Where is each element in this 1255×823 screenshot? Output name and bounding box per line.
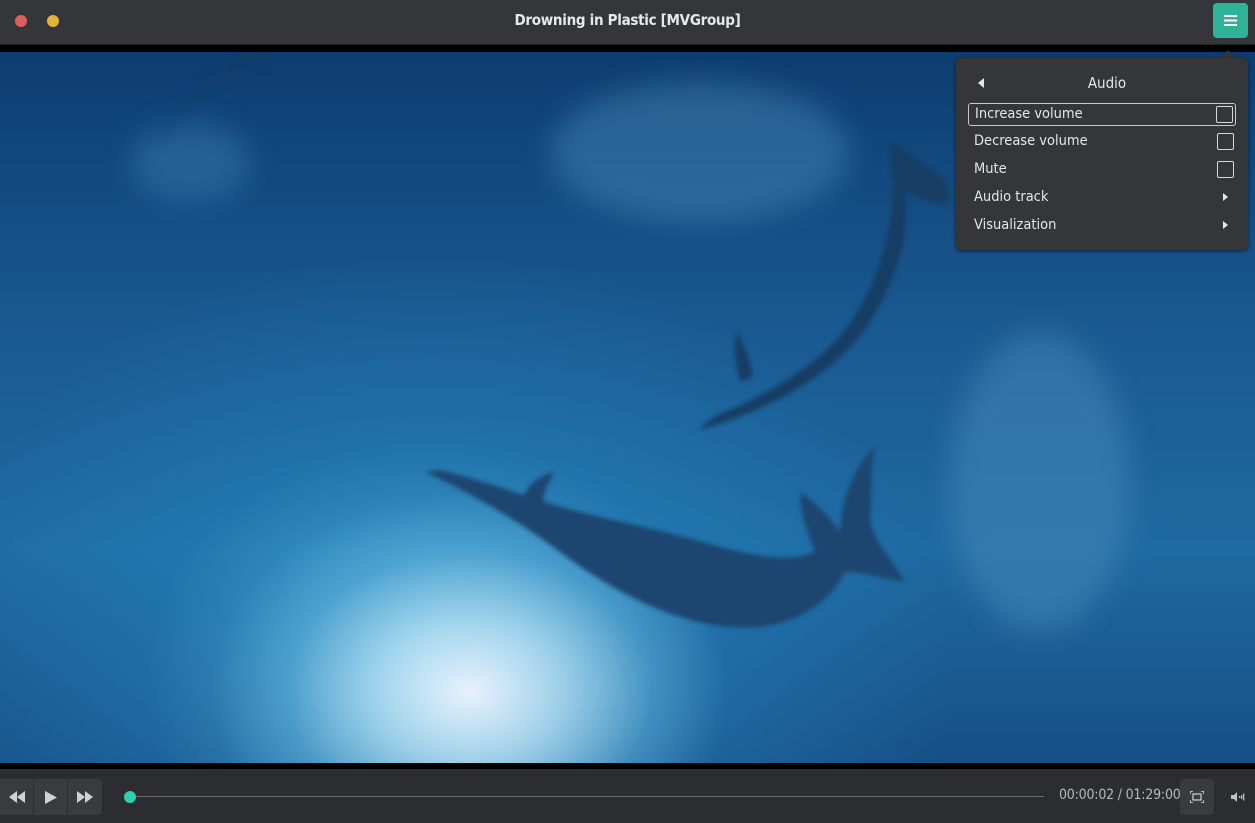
playback-controls-bar: 00:00:02 / 01:29:00	[0, 769, 1255, 823]
rewind-icon	[8, 791, 25, 803]
fast-forward-icon	[77, 791, 93, 803]
menu-item-audio-track[interactable]: Audio track	[968, 187, 1236, 210]
menu-item-label: Audio track	[974, 189, 1049, 205]
menu-item-label: Visualization	[974, 217, 1057, 233]
submenu-arrow-icon	[1223, 221, 1228, 229]
increase-volume-checkbox[interactable]	[1216, 106, 1233, 123]
fast-forward-button[interactable]	[68, 779, 102, 815]
mute-checkbox[interactable]	[1217, 161, 1234, 178]
menu-item-label: Decrease volume	[974, 133, 1088, 149]
menu-item-mute[interactable]: Mute	[968, 159, 1236, 182]
play-icon	[44, 790, 57, 804]
menu-item-label: Mute	[974, 161, 1007, 177]
player-window: Drowning in Plastic [MVGroup] Audio Incr…	[0, 0, 1255, 823]
playback-button-group	[0, 779, 102, 815]
popover-header[interactable]: Audio	[956, 72, 1248, 94]
decrease-volume-checkbox[interactable]	[1217, 133, 1234, 150]
time-display: 00:00:02 / 01:29:00	[1059, 787, 1181, 803]
menu-item-visualization[interactable]: Visualization	[968, 215, 1236, 238]
volume-icon	[1231, 792, 1245, 802]
menu-item-increase-volume[interactable]: Increase volume	[968, 103, 1236, 126]
play-button[interactable]	[34, 779, 68, 815]
menu-item-label: Increase volume	[975, 106, 1083, 122]
seek-bar[interactable]	[130, 796, 1044, 797]
volume-button[interactable]	[1228, 787, 1248, 807]
fullscreen-icon	[1190, 791, 1204, 803]
rewind-button[interactable]	[0, 779, 34, 815]
submenu-arrow-icon	[1223, 193, 1228, 201]
audio-menu-popover: Audio Increase volume Decrease volume Mu…	[956, 58, 1248, 250]
seek-handle[interactable]	[124, 791, 136, 803]
fullscreen-button[interactable]	[1180, 779, 1214, 815]
menu-item-decrease-volume[interactable]: Decrease volume	[968, 131, 1236, 154]
hamburger-icon	[1224, 15, 1237, 26]
main-menu-button[interactable]	[1213, 3, 1248, 38]
window-title: Drowning in Plastic [MVGroup]	[514, 11, 741, 29]
popover-title: Audio	[1087, 74, 1127, 92]
header-bar: Drowning in Plastic [MVGroup]	[0, 0, 1255, 45]
